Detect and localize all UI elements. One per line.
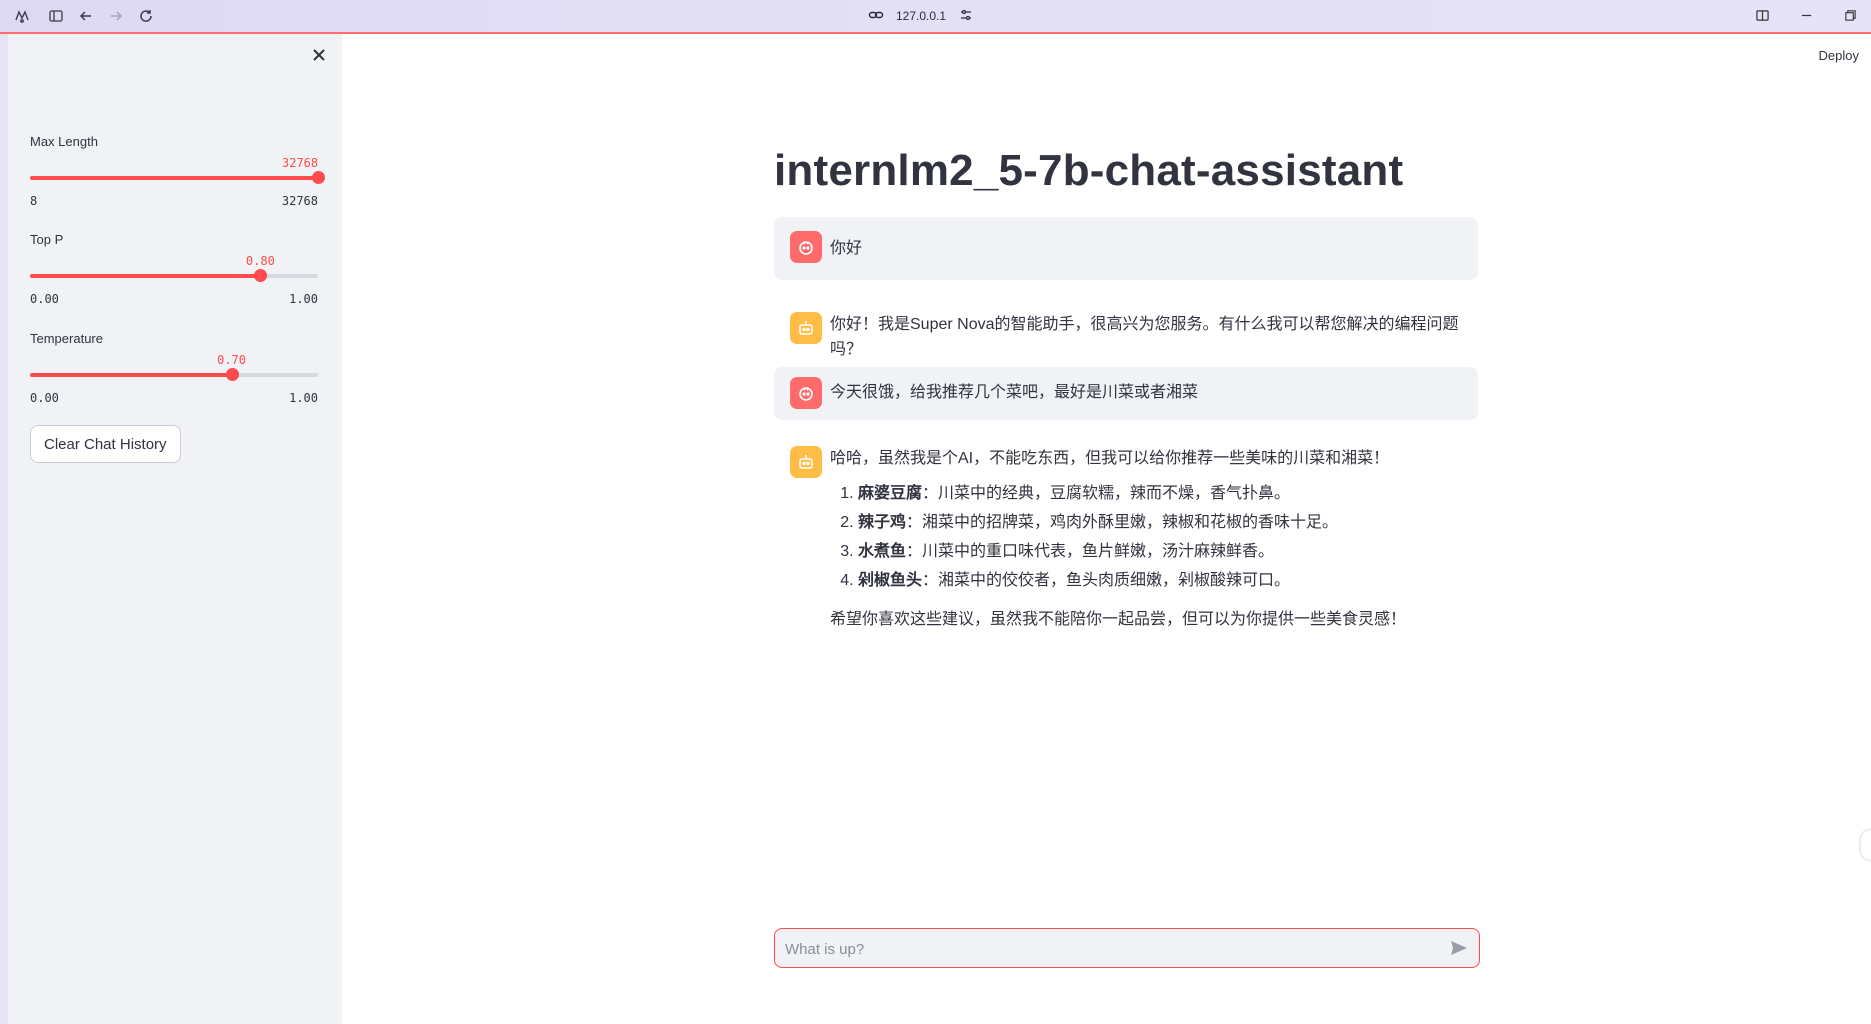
- message-text: 你好: [830, 240, 863, 257]
- slider-label: Max Length: [30, 134, 98, 149]
- sidebar-toggle-icon[interactable]: [48, 8, 64, 24]
- slider-max: 32768: [281, 194, 318, 208]
- temperature-slider[interactable]: Temperature 0.70 0.00 1.00: [30, 331, 318, 411]
- window-edge: [0, 34, 8, 1024]
- slider-value: 0.80: [245, 254, 275, 268]
- message-content: 哈哈，虽然我是个AI，不能吃东西，但我可以给你推荐一些美味的川菜和湘菜！ 麻婆豆…: [830, 446, 1460, 632]
- dish-description: ：川菜中的经典，豆腐软糯，辣而不燥，香气扑鼻。: [922, 485, 1291, 502]
- list-item: 水煮鱼：川菜中的重口味代表，鱼片鲜嫩，汤汁麻辣鲜香。: [858, 537, 1460, 566]
- slider-track[interactable]: [30, 171, 325, 184]
- message-intro: 哈哈，虽然我是个AI，不能吃东西，但我可以给你推荐一些美味的川菜和湘菜！: [830, 450, 1390, 467]
- recommendation-list: 麻婆豆腐：川菜中的经典，豆腐软糯，辣而不燥，香气扑鼻。 辣子鸡：湘菜中的招牌菜，…: [830, 479, 1460, 595]
- slider-value: 0.70: [217, 353, 246, 367]
- browser-toolbar: 127.0.0.1: [0, 0, 1871, 34]
- user-avatar-icon: [790, 377, 822, 409]
- clear-chat-history-button[interactable]: Clear Chat History: [30, 425, 181, 463]
- slider-label: Top P: [30, 232, 64, 247]
- assistant-avatar-icon: [790, 312, 822, 344]
- slider-max: 1.00: [289, 292, 318, 306]
- slider-min: 0.00: [30, 391, 59, 405]
- chat-input[interactable]: [783, 929, 1427, 969]
- top-p-slider[interactable]: Top P 0.80 0.00 1.00: [30, 232, 318, 312]
- window-controls: [1755, 8, 1857, 22]
- deploy-button[interactable]: Deploy: [1819, 48, 1859, 63]
- slider-max: 1.00: [289, 391, 318, 405]
- minimize-icon[interactable]: [1799, 8, 1813, 22]
- list-item: 剁椒鱼头：湘菜中的佼佼者，鱼头肉质细嫩，剁椒酸辣可口。: [858, 566, 1460, 595]
- dish-description: ：湘菜中的招牌菜，鸡肉外酥里嫩，辣椒和花椒的香味十足。: [906, 514, 1339, 531]
- send-icon[interactable]: [1449, 938, 1469, 958]
- sidebar: Max Length 32768 8 32768 Top P 0.80 0.00…: [8, 34, 342, 1024]
- chat-message-assistant: 你好！我是Super Nova的智能助手，很高兴为您服务。有什么我可以帮您解决的…: [774, 296, 1478, 376]
- url-text[interactable]: 127.0.0.1: [896, 9, 946, 23]
- message-closing: 希望你喜欢这些建议，虽然我不能陪你一起品尝，但可以为你提供一些美食灵感！: [830, 611, 1407, 628]
- close-sidebar-icon[interactable]: [310, 46, 328, 64]
- message-text: 今天很饿，给我推荐几个菜吧，最好是川菜或者湘菜: [830, 384, 1199, 401]
- chat-message-user: 今天很饿，给我推荐几个菜吧，最好是川菜或者湘菜: [774, 367, 1478, 420]
- user-avatar-icon: [790, 231, 822, 263]
- dish-description: ：湘菜中的佼佼者，鱼头肉质细嫩，剁椒酸辣可口。: [922, 572, 1291, 589]
- reload-icon[interactable]: [138, 8, 154, 24]
- slider-fill: [30, 274, 261, 278]
- scroll-handle[interactable]: [1861, 830, 1871, 860]
- link-icon: [868, 7, 884, 26]
- slider-thumb[interactable]: [312, 171, 325, 184]
- slider-value: 32768: [282, 156, 319, 170]
- max-length-slider[interactable]: Max Length 32768 8 32768: [30, 134, 325, 214]
- main-content: Deploy internlm2_5-7b-chat-assistant 你好 …: [342, 34, 1871, 1024]
- dish-name: 水煮鱼: [858, 543, 907, 560]
- slider-fill: [30, 373, 232, 377]
- chat-message-user: 你好: [774, 217, 1478, 280]
- assistant-avatar-icon: [790, 446, 822, 478]
- dish-name: 辣子鸡: [858, 514, 907, 531]
- back-arrow-icon[interactable]: [78, 8, 94, 24]
- browser-logo-icon[interactable]: [14, 8, 30, 24]
- dish-name: 剁椒鱼头: [858, 572, 923, 589]
- forward-arrow-icon[interactable]: [108, 8, 124, 24]
- page-title: internlm2_5-7b-chat-assistant: [774, 146, 1404, 195]
- slider-min: 0.00: [30, 292, 59, 306]
- list-item: 麻婆豆腐：川菜中的经典，豆腐软糯，辣而不燥，香气扑鼻。: [858, 479, 1460, 508]
- slider-thumb[interactable]: [225, 368, 239, 381]
- restore-icon[interactable]: [1843, 8, 1857, 22]
- dish-description: ：川菜中的重口味代表，鱼片鲜嫩，汤汁麻辣鲜香。: [906, 543, 1275, 560]
- slider-min: 8: [30, 194, 38, 208]
- list-item: 辣子鸡：湘菜中的招牌菜，鸡肉外酥里嫩，辣椒和花椒的香味十足。: [858, 508, 1460, 537]
- slider-fill: [30, 176, 318, 180]
- chat-input-container: [774, 928, 1480, 969]
- chat-message-assistant: 哈哈，虽然我是个AI，不能吃东西，但我可以给你推荐一些美味的川菜和湘菜！ 麻婆豆…: [774, 446, 1478, 628]
- message-text: 你好！我是Super Nova的智能助手，很高兴为您服务。有什么我可以帮您解决的…: [830, 316, 1459, 358]
- slider-label: Temperature: [30, 331, 103, 346]
- dish-name: 麻婆豆腐: [858, 485, 923, 502]
- split-view-icon[interactable]: [1755, 8, 1769, 22]
- slider-thumb[interactable]: [254, 269, 268, 282]
- address-bar[interactable]: 127.0.0.1: [868, 6, 974, 26]
- slider-track[interactable]: [30, 368, 318, 381]
- tune-icon[interactable]: [958, 7, 974, 26]
- slider-track[interactable]: [30, 269, 318, 282]
